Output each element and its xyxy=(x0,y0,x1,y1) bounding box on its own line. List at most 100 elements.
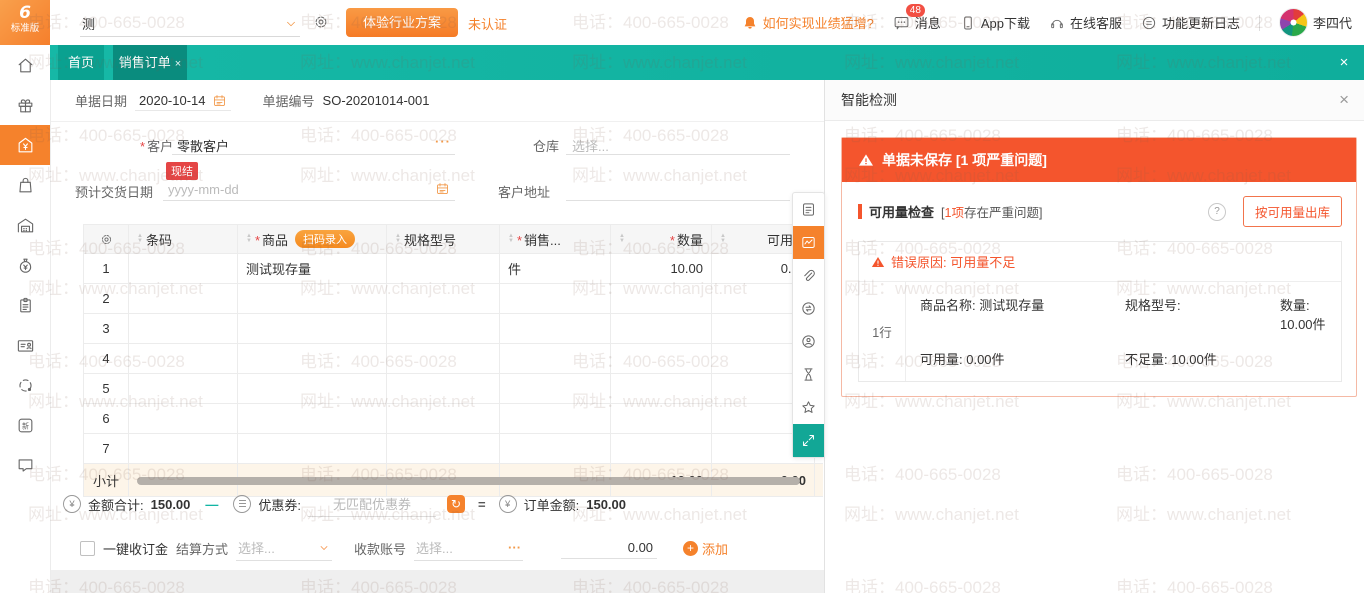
online-service-button[interactable]: 在线客服 xyxy=(1049,13,1122,32)
org-selector[interactable]: 测 xyxy=(80,10,300,37)
horizontal-scrollbar[interactable] xyxy=(137,477,800,485)
grid-cell[interactable] xyxy=(387,434,500,464)
sidebar-item-sales[interactable] xyxy=(0,125,50,165)
table-row[interactable]: 4 xyxy=(84,344,824,374)
sidebar-item-new-feature[interactable]: 新 xyxy=(0,405,50,445)
calendar-icon[interactable] xyxy=(435,181,450,196)
grid-cell[interactable] xyxy=(238,404,387,434)
sidebar-item-funds[interactable] xyxy=(0,245,50,285)
experience-plan-button[interactable]: 体验行业方案 xyxy=(346,8,458,37)
grid-cell[interactable] xyxy=(387,254,500,284)
table-row[interactable]: 6 xyxy=(84,404,824,434)
grid-cell[interactable] xyxy=(129,434,238,464)
grid-cell[interactable] xyxy=(387,404,500,434)
grid-cell[interactable] xyxy=(129,284,238,314)
note-tool[interactable] xyxy=(793,193,824,226)
grid-cell[interactable] xyxy=(611,374,712,404)
customer-picker-icon[interactable]: ··· xyxy=(435,134,451,149)
favorite-tool[interactable] xyxy=(793,391,824,424)
grid-cell[interactable] xyxy=(238,374,387,404)
grid-cell[interactable]: 10.00 xyxy=(611,254,712,284)
attachment-tool[interactable] xyxy=(793,259,824,292)
table-row[interactable]: 3 xyxy=(84,314,824,344)
user-menu[interactable]: 李四代 xyxy=(1279,8,1352,37)
grid-cell[interactable]: 件 xyxy=(500,254,611,284)
grid-cell[interactable] xyxy=(611,434,712,464)
address-input[interactable] xyxy=(566,176,790,201)
grid-cell[interactable] xyxy=(611,284,712,314)
grid-cell[interactable]: 4 xyxy=(84,344,129,374)
changelog-button[interactable]: 功能更新日志 xyxy=(1141,13,1240,32)
grid-settings-cell[interactable] xyxy=(84,225,129,254)
transfer-tool[interactable] xyxy=(793,292,824,325)
grid-cell[interactable] xyxy=(387,344,500,374)
grid-cell[interactable]: 2 xyxy=(84,284,129,314)
grid-cell[interactable] xyxy=(387,314,500,344)
tab-home[interactable]: 首页 xyxy=(58,45,104,80)
sort-icon[interactable] xyxy=(137,234,143,244)
grid-cell[interactable] xyxy=(129,374,238,404)
grid-cell[interactable] xyxy=(500,434,611,464)
grid-cell[interactable] xyxy=(611,314,712,344)
tab-close-icon[interactable]: × xyxy=(175,58,181,70)
app-download-button[interactable]: App下载 xyxy=(960,13,1030,32)
table-row[interactable]: 7 xyxy=(84,434,824,464)
outbound-by-available-button[interactable]: 按可用量出库 xyxy=(1243,196,1342,227)
grid-cell[interactable] xyxy=(500,374,611,404)
scan-entry-button[interactable]: 扫码录入 xyxy=(295,230,355,248)
grid-cell[interactable]: 1 xyxy=(84,254,129,284)
sidebar-item-gift[interactable] xyxy=(0,85,50,125)
grid-cell[interactable] xyxy=(500,404,611,434)
close-all-tabs-icon[interactable]: × xyxy=(1332,45,1356,80)
sidebar-item-contacts[interactable] xyxy=(0,325,50,365)
grid-cell[interactable] xyxy=(238,314,387,344)
grid-cell[interactable] xyxy=(500,284,611,314)
help-icon[interactable]: ? xyxy=(1208,203,1226,221)
grid-cell[interactable] xyxy=(129,344,238,374)
deposit-amount-input[interactable]: 0.00 xyxy=(561,537,657,559)
coupon-input[interactable]: 无匹配优惠券 xyxy=(308,491,436,517)
doc-date-field[interactable]: 2020-10-14 xyxy=(135,91,231,111)
grid-cell[interactable] xyxy=(129,254,238,284)
table-row[interactable]: 2 xyxy=(84,284,824,314)
grid-cell[interactable]: 测试现存量 xyxy=(238,254,387,284)
sidebar-item-sync[interactable] xyxy=(0,365,50,405)
grid-cell[interactable]: 7 xyxy=(84,434,129,464)
table-row[interactable]: 1测试现存量件10.000.0015.00 xyxy=(84,254,824,284)
panel-close-icon[interactable]: × xyxy=(1339,90,1349,110)
grid-cell[interactable]: 3 xyxy=(84,314,129,344)
grid-cell[interactable] xyxy=(238,284,387,314)
sidebar-item-purchase[interactable] xyxy=(0,165,50,205)
account-select[interactable]: 选择... ··· xyxy=(414,535,523,561)
grid-cell[interactable] xyxy=(387,374,500,404)
app-logo[interactable]: 6 标准版 xyxy=(0,0,50,45)
sidebar-item-inventory[interactable] xyxy=(0,285,50,325)
expand-tool[interactable] xyxy=(793,424,824,457)
grid-cell[interactable] xyxy=(500,314,611,344)
messages-button[interactable]: 消息 48 xyxy=(893,13,941,32)
table-row[interactable]: 5 xyxy=(84,374,824,404)
tab-sales-order[interactable]: 销售订单× xyxy=(113,45,187,80)
sort-icon[interactable] xyxy=(508,234,514,244)
grid-cell[interactable] xyxy=(238,344,387,374)
sidebar-item-feedback[interactable] xyxy=(0,445,50,485)
grid-cell[interactable]: 6 xyxy=(84,404,129,434)
grid-cell[interactable] xyxy=(129,314,238,344)
onekey-deposit-checkbox[interactable] xyxy=(80,541,95,556)
grid-cell[interactable] xyxy=(611,344,712,374)
smart-check-tool[interactable] xyxy=(793,226,824,259)
history-tool[interactable] xyxy=(793,325,824,358)
grid-cell[interactable] xyxy=(500,344,611,374)
grid-cell[interactable] xyxy=(129,404,238,434)
grid-cell[interactable] xyxy=(238,434,387,464)
customer-field[interactable] xyxy=(172,130,455,155)
pending-funds-tool[interactable] xyxy=(793,358,824,391)
grid-cell[interactable] xyxy=(387,284,500,314)
sort-icon[interactable] xyxy=(246,234,252,244)
sort-icon[interactable] xyxy=(720,234,726,244)
sidebar-item-warehouse[interactable] xyxy=(0,205,50,245)
settlement-select[interactable]: 选择... xyxy=(236,535,332,561)
sidebar-item-home[interactable] xyxy=(0,45,50,85)
promo-link[interactable]: 如何实现业绩猛增? xyxy=(742,13,874,32)
not-certified-link[interactable]: 未认证 xyxy=(468,14,507,33)
